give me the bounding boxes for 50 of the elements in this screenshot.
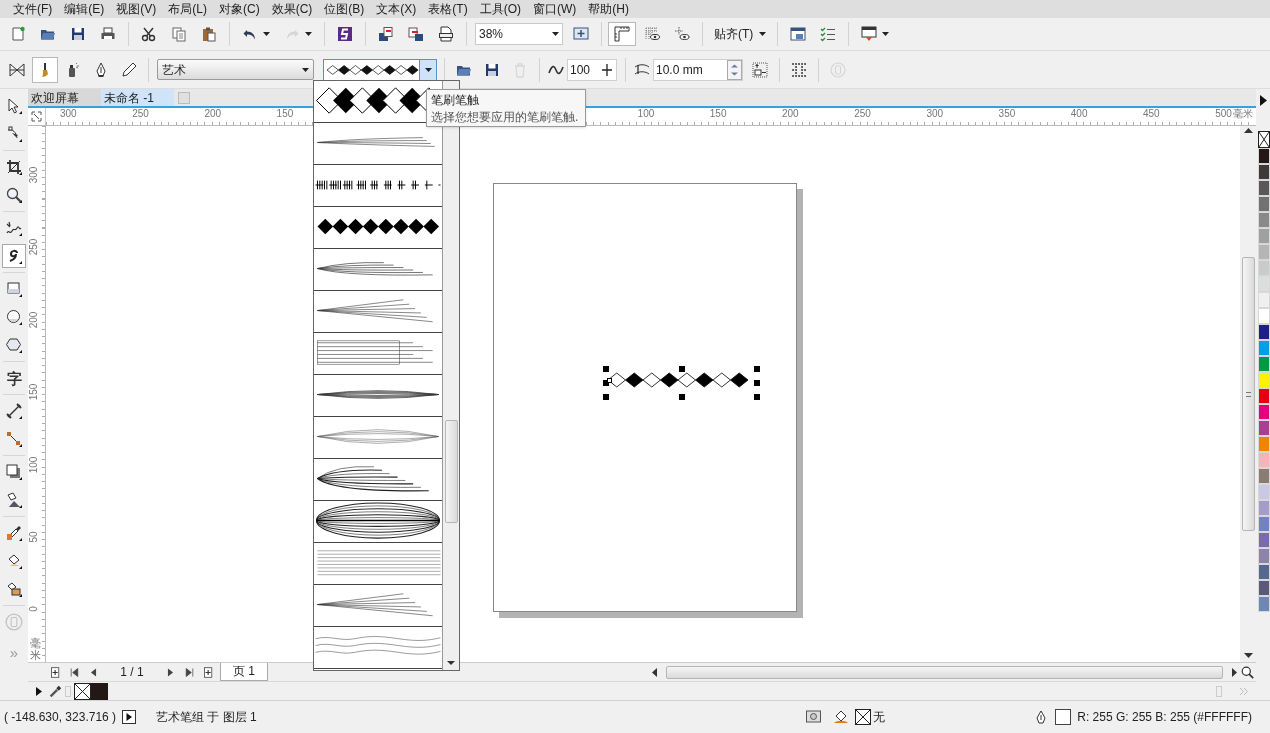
menu-item[interactable]: 表格(T) — [422, 0, 474, 18]
ruler-label: 450 — [1143, 109, 1160, 119]
tooltip-title: 笔刷笔触 — [431, 92, 480, 109]
menu-item[interactable]: 对象(C) — [213, 0, 266, 18]
outline-color-info: R: 255 G: 255 B: 255 (#FFFFFF) — [1077, 709, 1252, 726]
ruler-label: 150 — [29, 382, 39, 403]
document-tab[interactable]: 未命名 -1 — [101, 89, 174, 106]
menu-item[interactable]: 文件(F) — [7, 0, 59, 18]
ruler-label: 150 — [709, 109, 727, 119]
ruler-label: 250 — [132, 109, 149, 119]
menu-item[interactable]: 位图(B) — [318, 0, 371, 18]
smoothing-field[interactable]: 100 — [567, 58, 617, 81]
ruler-label: 500 — [1215, 109, 1232, 119]
menu-item[interactable]: 窗口(W) — [527, 0, 583, 18]
ruler-label: 50 — [29, 530, 39, 545]
page-tab[interactable]: 页 1 — [220, 663, 268, 681]
ruler-label: 300 — [926, 109, 944, 119]
ruler-label: 0 — [29, 605, 39, 615]
cursor-coordinates: ( -148.630, 323.716 ) — [4, 709, 117, 726]
menu-item[interactable]: 视图(V) — [110, 0, 163, 18]
ruler-label: 250 — [854, 109, 871, 119]
menu-item[interactable]: 编辑(E) — [58, 0, 111, 18]
ruler-label: 200 — [204, 109, 222, 119]
ruler-unit: 毫米 — [1233, 109, 1253, 119]
category-combo[interactable]: 艺术 — [157, 59, 314, 80]
tooltip-text: 选择您想要应用的笔刷笔触. — [431, 109, 580, 126]
ruler-label: 250 — [29, 238, 39, 258]
snap-menu-button[interactable]: 贴齐(T) — [708, 22, 773, 46]
ruler-label: 200 — [29, 310, 39, 331]
selection-info: 艺术笔组 于 图层 1 — [156, 709, 257, 726]
ruler-label: 300 — [60, 109, 77, 119]
menu-item[interactable]: 帮助(H) — [582, 0, 635, 18]
menu-item[interactable]: 工具(O) — [473, 0, 527, 18]
ruler-unit: 毫米 — [30, 636, 42, 661]
ruler-label: 100 — [637, 109, 655, 119]
ruler-label: 200 — [782, 109, 799, 119]
fill-label: 无 — [873, 709, 886, 726]
zoom-combo[interactable]: 38% — [475, 23, 563, 45]
ruler-label: 150 — [276, 109, 294, 119]
ruler-label: 100 — [29, 455, 39, 475]
menu-item[interactable]: 效果(C) — [265, 0, 319, 18]
text-tool[interactable]: 字 — [2, 366, 26, 390]
page-counter: 1 / 1 — [119, 664, 145, 681]
ruler-label: 350 — [998, 109, 1016, 119]
menu-item[interactable]: 布局(L) — [162, 0, 213, 18]
document-tab[interactable]: 欢迎屏幕 — [28, 89, 101, 106]
menu-item[interactable]: 文本(X) — [370, 0, 423, 18]
ruler-label: 300 — [29, 165, 39, 186]
ruler-label: 400 — [1070, 109, 1088, 119]
width-field[interactable]: 10.0 mm — [653, 58, 743, 81]
